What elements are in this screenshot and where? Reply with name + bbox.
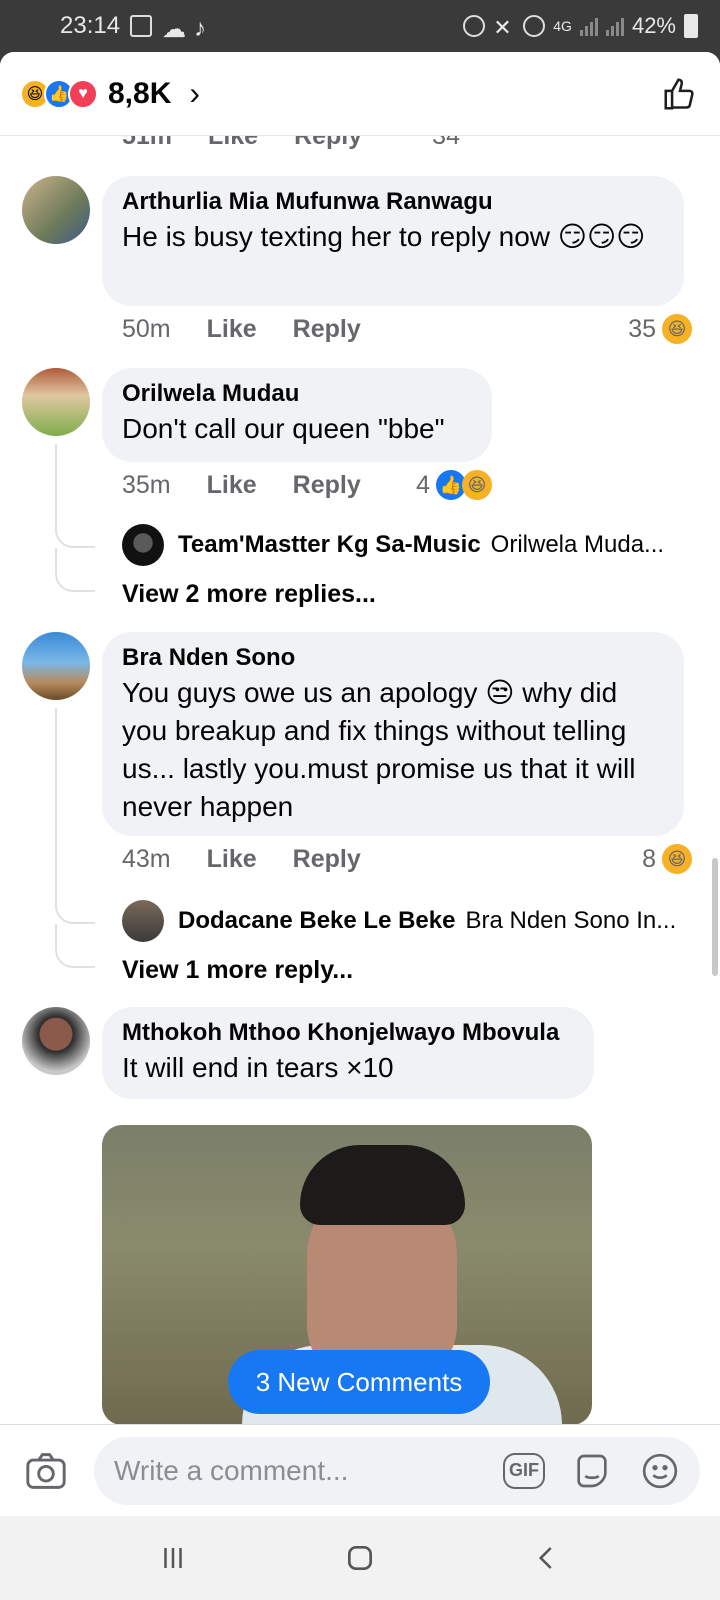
reply-button[interactable]: Reply (293, 471, 361, 500)
home-icon[interactable] (330, 1528, 390, 1588)
reply-author[interactable]: Team'Mastter Kg Sa-Music (178, 531, 481, 559)
signal-icon (579, 16, 598, 36)
comment-author[interactable]: Orilwela Mudau (122, 378, 472, 410)
status-bar: 23:14 ☁ ♪ ✕ 4G 42% (0, 0, 720, 52)
recent-apps-icon[interactable] (143, 1528, 203, 1588)
thread-line (55, 924, 95, 968)
image-hair (300, 1145, 465, 1225)
new-comments-button[interactable]: 3 New Comments (228, 1350, 490, 1414)
scrollbar[interactable] (712, 858, 718, 976)
comment-time: 43m (122, 844, 171, 873)
battery-percent: 42% (631, 13, 676, 38)
comment-author[interactable]: Arthurlia Mia Mufunwa Ranwagu (122, 186, 664, 218)
avatar[interactable] (122, 900, 164, 942)
avatar[interactable] (22, 368, 90, 436)
comment-input[interactable]: Write a comment... GIF (94, 1436, 700, 1505)
haha-icon: 😆 (662, 844, 692, 874)
comment-placeholder[interactable]: Write a comment... (114, 1455, 478, 1487)
love-icon: ♥ (68, 78, 98, 109)
comment-reactions[interactable]: 4 👍 😆 (416, 470, 492, 500)
reply-button[interactable]: Reply (293, 315, 361, 344)
thread-line (55, 708, 95, 924)
mute-icon: ✕ (493, 15, 512, 40)
comment-meta: 43m Like Reply 8 😆 (122, 844, 692, 874)
cloud-icon: ☁ (162, 16, 187, 43)
reaction-count: 8,8K (108, 76, 172, 110)
comment-text: He is busy texting her to reply now 😏😏😏 (122, 221, 646, 252)
comment-time: 50m (122, 314, 171, 343)
reply-button[interactable]: Reply (293, 845, 361, 874)
gif-label: GIF (503, 1452, 545, 1489)
thread-line (55, 444, 95, 548)
reactions-header[interactable]: 😆 👍 ♥ 8,8K › (0, 52, 720, 136)
reply-snippet: Bra Nden Sono In... (465, 907, 677, 934)
tiktok-icon: ♪ (194, 15, 207, 42)
comment-text: Don't call our queen "bbe" (122, 413, 445, 444)
comment-reactions[interactable]: 35 😆 (628, 314, 692, 344)
avatar[interactable] (22, 632, 90, 700)
reaction-count: 4 (416, 470, 430, 499)
network-type: 4G (553, 18, 572, 34)
view-more-replies[interactable]: View 1 more reply... (122, 956, 353, 985)
avatar[interactable] (22, 1007, 90, 1075)
signal-icon (605, 16, 624, 36)
reply-author[interactable]: Dodacane Beke Le Beke (178, 907, 455, 935)
comment-text: It will end in tears ×10 (122, 1052, 394, 1083)
haha-icon: 😆 (662, 314, 692, 344)
comment-bubble[interactable]: Arthurlia Mia Mufunwa Ranwagu He is busy… (102, 176, 684, 306)
comment-composer: Write a comment... GIF (0, 1424, 720, 1516)
comment-author[interactable]: Mthokoh Mthoo Khonjelwayo Mbovula (122, 1017, 574, 1049)
system-nav-bar (0, 1516, 720, 1600)
emoji-icon[interactable] (638, 1449, 682, 1493)
reply-snippet: Orilwela Muda... (490, 531, 665, 558)
thumbs-up-icon[interactable] (660, 74, 700, 114)
chevron-right-icon[interactable]: › (189, 75, 200, 112)
reaction-count: 8 (642, 844, 656, 873)
like-button[interactable]: Like (207, 315, 257, 344)
camera-icon[interactable] (20, 1445, 72, 1497)
comment-reactions[interactable]: 8 😆 (642, 844, 692, 874)
comments-sheet: 😆 👍 ♥ 8,8K › 51m Like Reply 34 Arthurlia… (0, 52, 720, 1516)
reply-preview[interactable]: Team'Mastter Kg Sa-Music Orilwela Muda..… (122, 524, 682, 566)
alarm-icon (463, 15, 486, 37)
comment-meta: 50m Like Reply 35 😆 (122, 314, 692, 344)
comment-bubble[interactable]: Orilwela Mudau Don't call our queen "bbe… (102, 368, 492, 462)
reaction-count: 35 (628, 314, 656, 343)
like-button[interactable]: Like (207, 845, 257, 874)
view-more-replies[interactable]: View 2 more replies... (122, 580, 376, 609)
reaction-icons: 😆 👍 ♥ (20, 78, 98, 109)
avatar[interactable] (22, 176, 90, 244)
like-button[interactable]: Like (207, 471, 257, 500)
comment-meta: 35m Like Reply 4 👍 😆 (122, 470, 492, 500)
status-time: 23:14 (60, 12, 121, 39)
comment-bubble[interactable]: Mthokoh Mthoo Khonjelwayo Mbovula It wil… (102, 1007, 594, 1099)
comment-author[interactable]: Bra Nden Sono (122, 642, 664, 674)
avatar[interactable] (122, 524, 164, 566)
gallery-icon (130, 15, 153, 37)
haha-icon: 😆 (462, 470, 492, 500)
sticker-icon[interactable] (570, 1449, 614, 1493)
thread-line (55, 548, 95, 592)
gif-icon[interactable]: GIF (502, 1449, 546, 1493)
comment-bubble[interactable]: Bra Nden Sono You guys owe us an apology… (102, 632, 684, 836)
battery-icon (684, 14, 698, 38)
reply-preview[interactable]: Dodacane Beke Le Beke Bra Nden Sono In..… (122, 900, 682, 942)
hotspot-icon (523, 15, 546, 37)
comment-text: You guys owe us an apology 😒 why did you… (122, 677, 636, 822)
back-icon[interactable] (517, 1528, 577, 1588)
comment-time: 35m (122, 470, 171, 499)
